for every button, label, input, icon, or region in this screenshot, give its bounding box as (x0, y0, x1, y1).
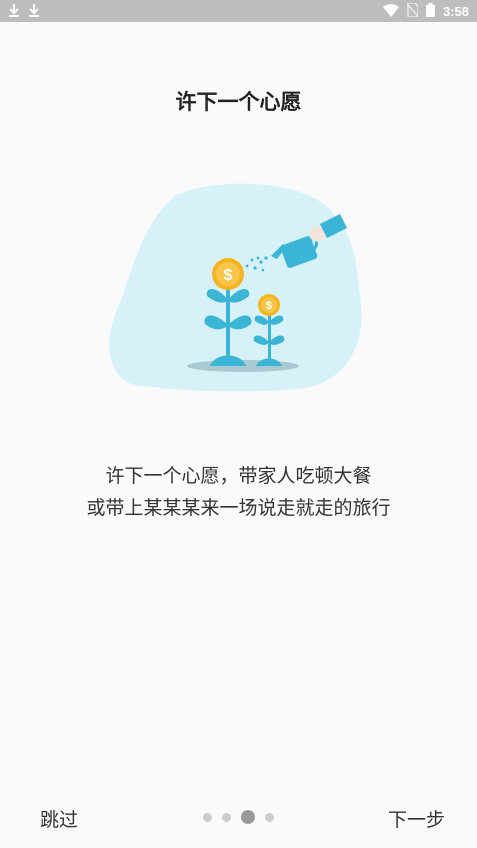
money-plants-watering-illustration: $ $ (105, 180, 370, 395)
description-line-2: 或带上某某某来一场说走就走的旅行 (86, 497, 391, 519)
large-coin-icon: $ (212, 258, 244, 290)
battery-icon (425, 2, 435, 21)
bottom-bar: 跳过 下一步 (0, 796, 477, 840)
page-title: 许下一个心愿 (175, 90, 302, 114)
page-dot-active (241, 810, 255, 824)
page-dot (203, 812, 212, 822)
page-indicator (203, 810, 274, 824)
wifi-icon (382, 2, 399, 21)
page-dot (265, 812, 274, 822)
svg-text:$: $ (224, 267, 233, 284)
small-coin-icon: $ (258, 294, 280, 316)
download-icon (28, 2, 40, 21)
next-button[interactable]: 下一步 (388, 805, 445, 832)
page-dot (222, 812, 231, 822)
description: 许下一个心愿，带家人吃顿大餐 或带上某某某来一场说走就走的旅行 (0, 460, 477, 524)
skip-button[interactable]: 跳过 (40, 805, 78, 832)
download-icon (8, 2, 20, 21)
description-line-1: 许下一个心愿，带家人吃顿大餐 (105, 465, 372, 487)
status-time: 3:58 (442, 3, 469, 19)
no-sim-icon (406, 1, 419, 21)
status-bar: 3:58 (0, 0, 477, 22)
svg-text:$: $ (266, 300, 272, 312)
